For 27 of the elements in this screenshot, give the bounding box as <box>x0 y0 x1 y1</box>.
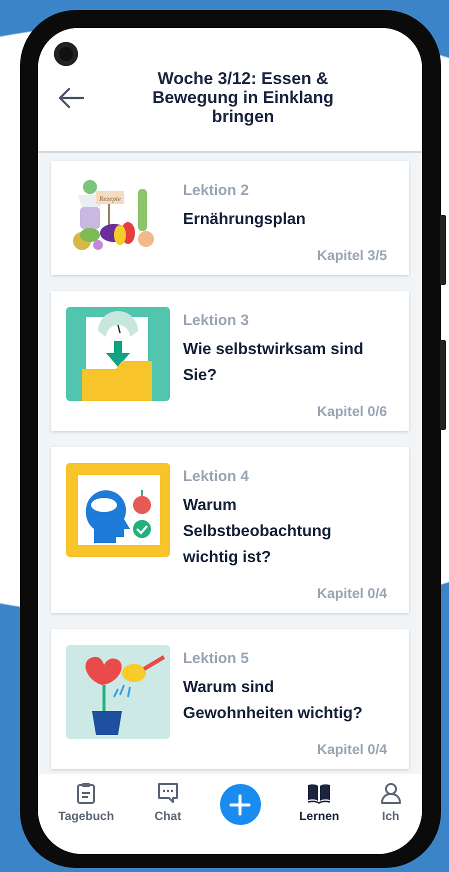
lesson-number: Lektion 4 <box>183 467 250 487</box>
lesson-number: Lektion 5 <box>183 649 250 669</box>
lesson-title: Ernährungsplan <box>183 210 307 230</box>
chapter-count: Kapitel 0/4 <box>316 585 387 601</box>
lesson-title: Warum Selbstbeobachtung wichtig ist? <box>183 496 332 568</box>
nav-tab[interactable]: Lernen <box>297 782 342 823</box>
chapter-count: Kapitel 0/6 <box>316 403 387 419</box>
nav-tab[interactable]: Chat <box>152 782 184 823</box>
book-icon <box>307 782 332 804</box>
nav-tab[interactable]: Ich <box>378 782 404 823</box>
lesson-number: Lektion 3 <box>183 311 250 331</box>
lesson-card[interactable]: Lektion 4 Warum Selbstbeobachtung wichtig ist? Kapitel 0/4 <box>51 447 409 613</box>
chapter-count: Kapitel 3/5 <box>316 247 387 263</box>
lesson-card[interactable]: Lektion 5 Warum sind Gewohnheiten wichtig? Kapitel 0/4 <box>51 629 409 769</box>
person-icon <box>380 782 402 804</box>
screen-title: Woche 3/12: Essen & Bewegung in Einklang bringen <box>151 69 335 126</box>
chat-icon <box>156 782 179 804</box>
chapter-count: Kapitel 0/4 <box>316 741 387 757</box>
back-arrow-icon <box>58 86 84 108</box>
clipboard-icon <box>76 782 96 804</box>
lesson-title: Warum sind Gewohnheiten wichtig? <box>183 678 364 724</box>
lesson-card[interactable]: Lektion 3 Wie selbstwirksam sind Sie? Kapitel 0/6 <box>51 291 409 431</box>
nav-tab[interactable]: Tagebuch <box>56 782 116 823</box>
lesson-number: Lektion 2 <box>183 181 250 201</box>
plus-icon <box>229 794 252 816</box>
lesson-title: Wie selbstwirksam sind Sie? <box>183 340 364 386</box>
add-button[interactable] <box>220 784 261 825</box>
